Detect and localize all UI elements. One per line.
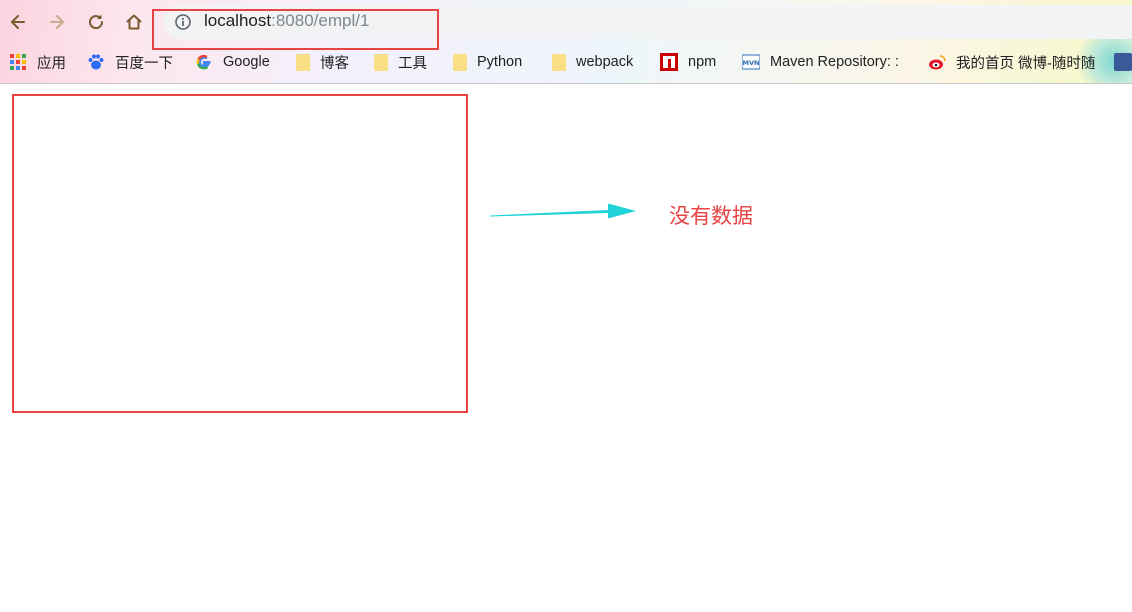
- facebook-icon: [1114, 53, 1132, 71]
- baidu-paw-icon: [88, 54, 104, 70]
- back-arrow-icon: [11, 15, 25, 29]
- bookmark-label: 工具: [398, 55, 427, 72]
- bookmark-label: 百度一下: [115, 55, 173, 72]
- reload-icon: [89, 14, 104, 30]
- bookmark-apps[interactable]: 应用: [9, 47, 66, 77]
- folder-icon: [453, 53, 467, 71]
- bookmark-label: 应用: [37, 55, 66, 72]
- bookmarks-bar: 应用 百度一下 Google 博客 工具 Python webpack npm …: [0, 47, 1132, 77]
- weibo-icon: [929, 55, 946, 70]
- bookmark-folder-tools[interactable]: 工具: [374, 47, 427, 77]
- forward-button[interactable]: [44, 9, 70, 35]
- bookmark-folder-python[interactable]: Python: [453, 47, 522, 77]
- bookmark-label: Google: [223, 54, 270, 70]
- svg-text:MVN: MVN: [743, 59, 760, 67]
- google-icon: [196, 54, 211, 70]
- home-icon: [126, 14, 142, 30]
- bookmark-label: 我的首页 微博-随时随: [956, 55, 1096, 72]
- bookmark-label: Python: [477, 54, 523, 70]
- url-highlight-box: [152, 9, 439, 50]
- bookmark-label: webpack: [576, 54, 634, 70]
- bookmark-label: Maven Repository: :: [770, 54, 899, 70]
- reload-button[interactable]: [83, 9, 109, 35]
- arrow-icon: [490, 203, 636, 219]
- home-button[interactable]: [121, 9, 147, 35]
- bookmark-label: 博客: [320, 55, 349, 72]
- bookmark-folder-blog[interactable]: 博客: [296, 47, 349, 77]
- bookmark-baidu[interactable]: 百度一下: [87, 47, 173, 77]
- bookmark-weibo[interactable]: 我的首页 微博-随时随: [928, 47, 1100, 77]
- bookmark-npm[interactable]: npm: [660, 47, 716, 77]
- bookmark-folder-webpack[interactable]: webpack: [552, 47, 633, 77]
- folder-icon: [296, 53, 310, 71]
- bookmark-maven[interactable]: MVN Maven Repository: :: [742, 47, 899, 77]
- empty-content-box: [12, 94, 468, 413]
- back-button[interactable]: [5, 9, 31, 35]
- no-data-label: 没有数据: [669, 204, 753, 228]
- npm-icon: [660, 53, 678, 71]
- forward-arrow-icon: [50, 15, 64, 29]
- folder-icon: [374, 53, 388, 71]
- bookmark-label: npm: [688, 54, 717, 70]
- bookmark-facebook[interactable]: [1114, 47, 1132, 77]
- mvn-icon: MVN: [742, 54, 760, 70]
- apps-grid-icon: [10, 54, 26, 70]
- bookmark-google[interactable]: Google: [195, 47, 270, 77]
- folder-icon: [552, 53, 566, 71]
